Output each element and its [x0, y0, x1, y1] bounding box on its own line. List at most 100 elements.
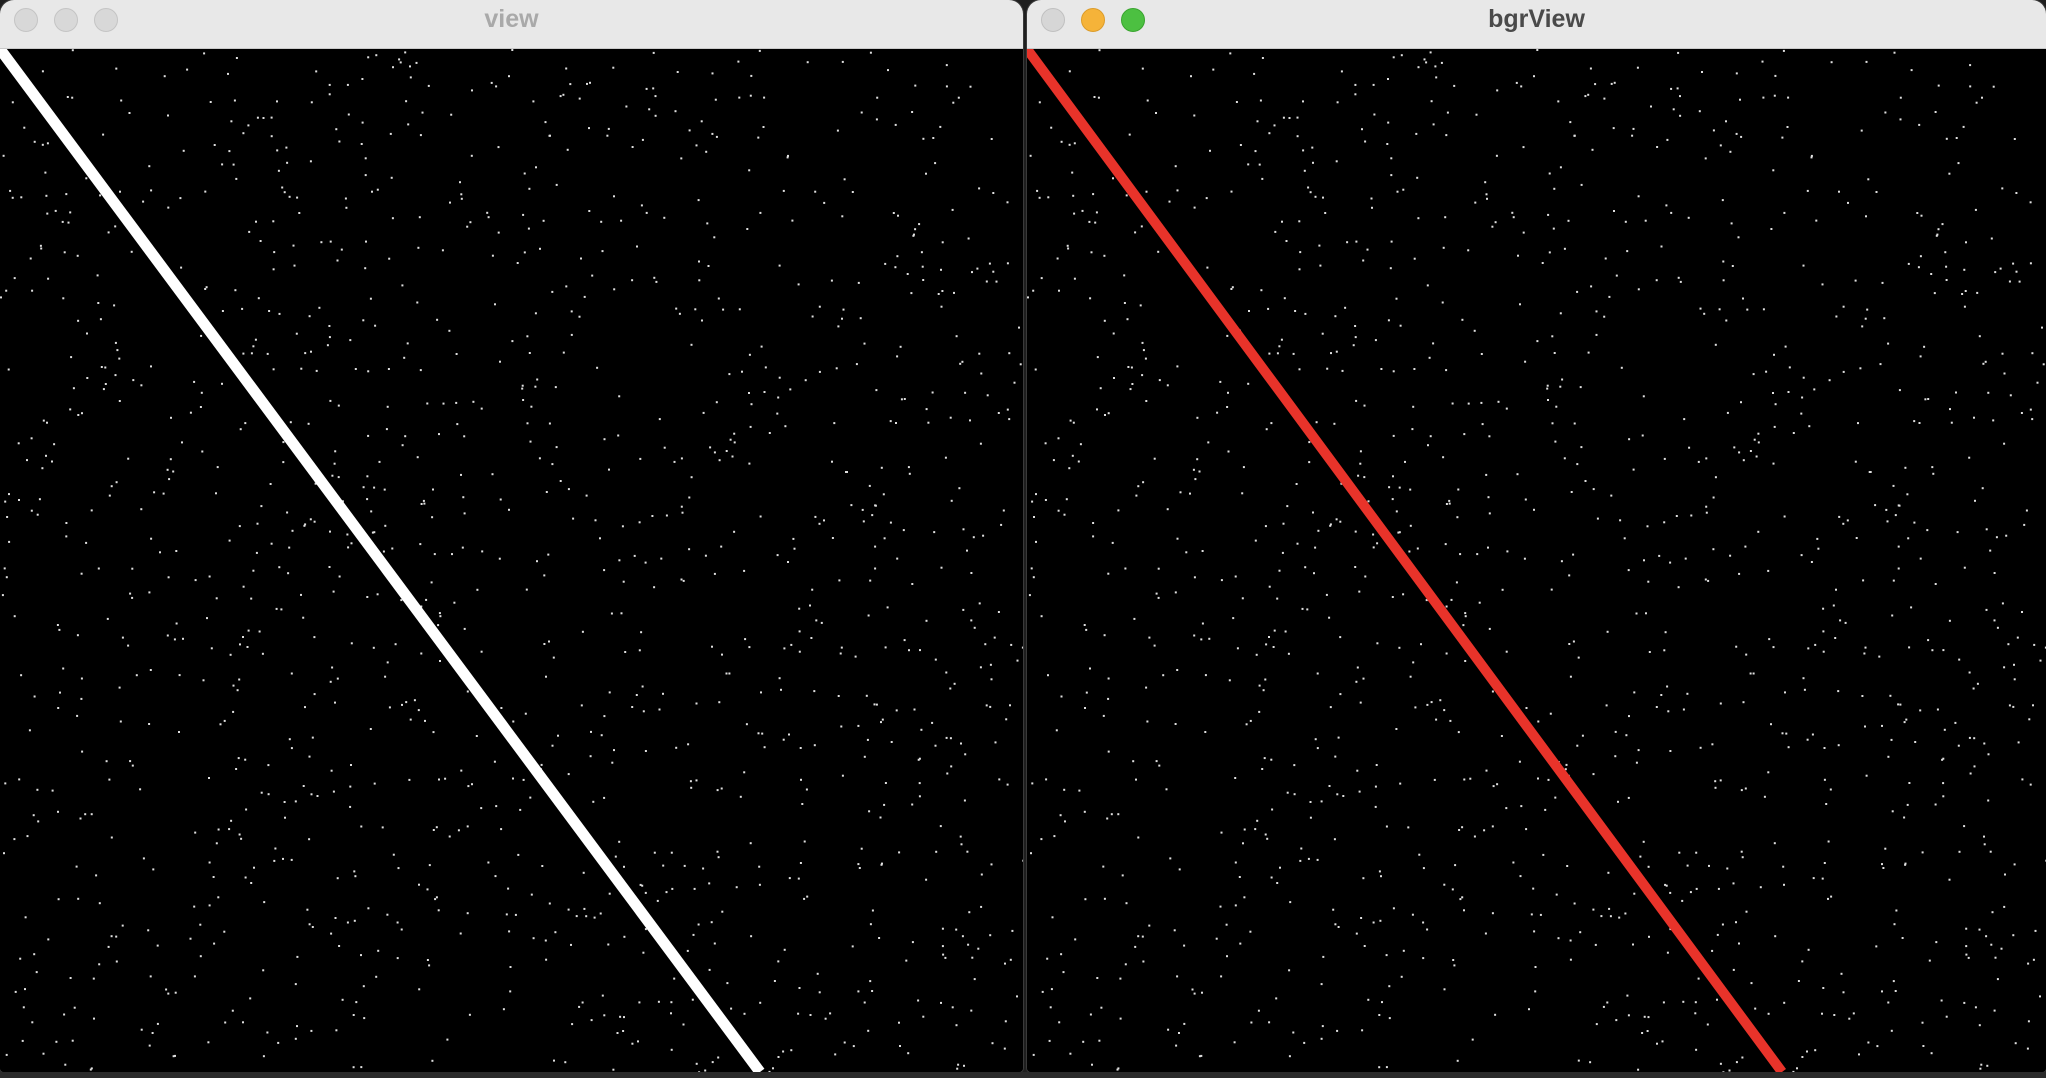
noise-dot	[1339, 693, 1342, 696]
noise-dot	[33, 140, 36, 143]
noise-dot	[76, 254, 79, 257]
noise-dot	[1655, 279, 1658, 282]
noise-dot	[1354, 336, 1357, 339]
noise-dot	[978, 602, 981, 605]
noise-dot	[1258, 684, 1261, 687]
noise-dot	[497, 231, 500, 234]
noise-dot	[1445, 652, 1448, 655]
noise-dot	[653, 276, 656, 279]
noise-dot	[121, 924, 124, 927]
noise-dot	[1523, 557, 1526, 560]
noise-dot	[963, 799, 966, 802]
noise-dot	[8, 493, 10, 496]
noise-dot	[690, 786, 693, 789]
noise-dot	[1407, 826, 1410, 829]
noise-dot	[1972, 687, 1975, 690]
noise-dot	[1591, 148, 1594, 151]
noise-dot	[508, 930, 511, 933]
noise-dot	[1111, 541, 1114, 544]
noise-dot	[690, 476, 693, 479]
noise-dot	[459, 181, 461, 184]
noise-dot	[695, 144, 698, 147]
noise-dot	[1166, 384, 1169, 387]
noise-dot	[392, 66, 394, 69]
view-titlebar[interactable]: view	[0, 0, 1023, 49]
noise-dot	[31, 1021, 34, 1024]
noise-dot	[871, 909, 874, 912]
noise-dot	[1985, 935, 1988, 938]
noise-dot	[1336, 1029, 1339, 1032]
noise-dot	[2014, 1042, 2017, 1045]
noise-dot	[1273, 124, 1276, 127]
noise-dot	[2012, 705, 2015, 708]
noise-dot	[1097, 96, 1100, 99]
noise-dot	[823, 519, 825, 522]
noise-dot	[1415, 132, 1418, 135]
noise-dot	[1334, 923, 1337, 926]
noise-dot	[670, 1012, 672, 1015]
noise-dot	[508, 75, 510, 78]
noise-dot	[1451, 402, 1454, 405]
noise-dot	[1573, 134, 1576, 137]
noise-dot	[302, 616, 305, 619]
noise-dot	[47, 938, 50, 941]
noise-dot	[1950, 421, 1953, 424]
noise-dot	[1006, 783, 1009, 786]
noise-dot	[716, 850, 719, 853]
noise-dot	[1041, 990, 1044, 993]
noise-dots	[0, 49, 1023, 1072]
noise-dot	[970, 572, 973, 574]
noise-dot	[1366, 248, 1369, 251]
noise-dot	[700, 120, 703, 123]
noise-dot	[1910, 69, 1913, 72]
noise-dot	[970, 619, 973, 622]
noise-dot	[1614, 730, 1617, 733]
noise-dot	[36, 788, 39, 791]
noise-dot	[47, 277, 50, 280]
noise-dot	[8, 540, 11, 543]
noise-dot	[899, 1045, 901, 1047]
noise-dot	[874, 545, 877, 548]
noise-dot	[839, 652, 842, 655]
noise-dot	[706, 222, 709, 225]
noise-dot	[1073, 277, 1076, 280]
noise-dot	[1567, 219, 1570, 222]
noise-dot	[1750, 982, 1753, 985]
noise-dot	[829, 1012, 832, 1015]
noise-dot	[1984, 360, 1987, 363]
noise-dot	[718, 701, 721, 704]
noise-dot	[1445, 369, 1448, 372]
noise-dot	[1342, 795, 1345, 797]
view-window[interactable]: view	[0, 0, 1023, 1072]
noise-dot	[2042, 363, 2045, 366]
noise-dot	[221, 310, 224, 312]
noise-dot	[1254, 539, 1257, 542]
noise-dot	[2017, 741, 2020, 744]
noise-dot	[102, 133, 105, 136]
noise-dot	[881, 718, 884, 721]
noise-dot	[1144, 357, 1147, 360]
noise-dot	[750, 403, 753, 406]
noise-dot	[804, 379, 807, 382]
noise-dot	[385, 428, 388, 431]
noise-dot	[884, 782, 887, 784]
noise-dot	[1897, 545, 1900, 548]
noise-dot	[1388, 1017, 1391, 1020]
bgrview-titlebar[interactable]: bgrView	[1027, 0, 2046, 49]
noise-dot	[252, 345, 255, 348]
noise-dot	[693, 887, 696, 890]
noise-dot	[1179, 491, 1182, 494]
noise-dot	[1397, 531, 1400, 534]
noise-dot	[1539, 913, 1542, 916]
noise-dot	[1626, 250, 1629, 253]
noise-dot	[1932, 472, 1935, 475]
noise-dot	[1641, 1032, 1644, 1034]
noise-dot	[865, 694, 868, 697]
noise-dot	[970, 1009, 973, 1012]
noise-dot	[920, 728, 923, 731]
noise-dot	[99, 194, 102, 197]
noise-dot	[51, 460, 53, 463]
noise-dot	[1881, 863, 1883, 866]
noise-dot	[1930, 1052, 1933, 1055]
bgrview-window[interactable]: bgrView	[1027, 0, 2046, 1072]
